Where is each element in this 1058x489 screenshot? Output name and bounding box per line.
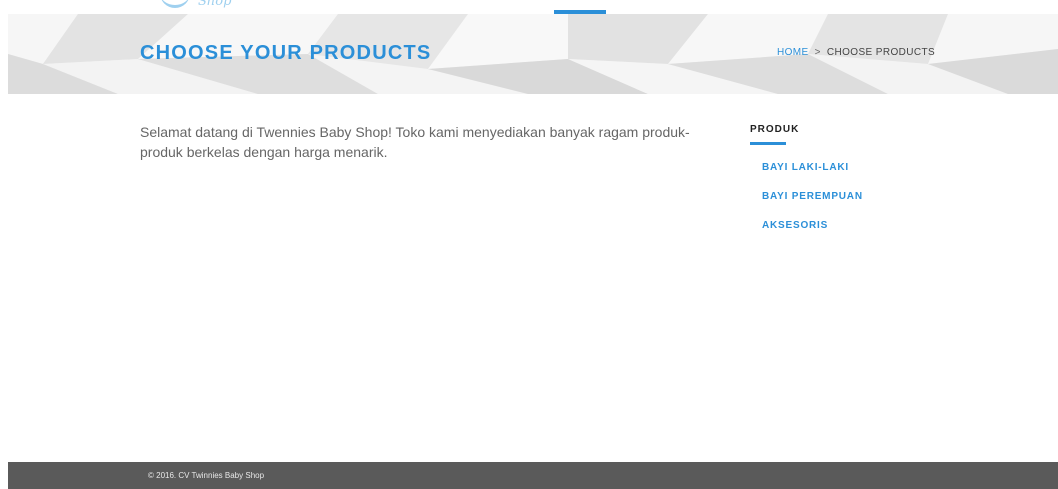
breadcrumb-separator: > — [814, 47, 821, 58]
breadcrumb-home-link[interactable]: HOME — [777, 47, 809, 58]
footer-copyright: © 2016. CV Twinnies Baby Shop — [148, 471, 265, 480]
sidebar-title: PRODUK — [750, 124, 800, 135]
intro-text: Selamat datang di Twennies Baby Shop! To… — [140, 124, 690, 160]
logo-swoosh-icon[interactable] — [160, 0, 190, 8]
sidebar-title-underline — [750, 142, 786, 145]
page-title: CHOOSE YOUR PRODUCTS — [140, 42, 432, 64]
top-navbar: Shop — [0, 0, 1058, 14]
sidebar-item-aksesoris[interactable]: AKSESORIS — [762, 220, 863, 249]
sidebar-category-list: BAYI LAKI-LAKI BAYI PEREMPUAN AKSESORIS — [762, 162, 863, 249]
breadcrumb-current: CHOOSE PRODUCTS — [826, 47, 936, 58]
site-logo[interactable]: Shop — [198, 0, 231, 9]
breadcrumb: HOME > CHOOSE PRODUCTS — [777, 47, 935, 58]
sidebar-item-bayi-perempuan[interactable]: BAYI PEREMPUAN — [762, 191, 863, 220]
sidebar-item-bayi-laki-laki[interactable]: BAYI LAKI-LAKI — [762, 162, 863, 191]
footer: © 2016. CV Twinnies Baby Shop — [8, 462, 1058, 489]
page-header-banner: CHOOSE YOUR PRODUCTS HOME > CHOOSE PRODUCT… — [8, 14, 1058, 94]
